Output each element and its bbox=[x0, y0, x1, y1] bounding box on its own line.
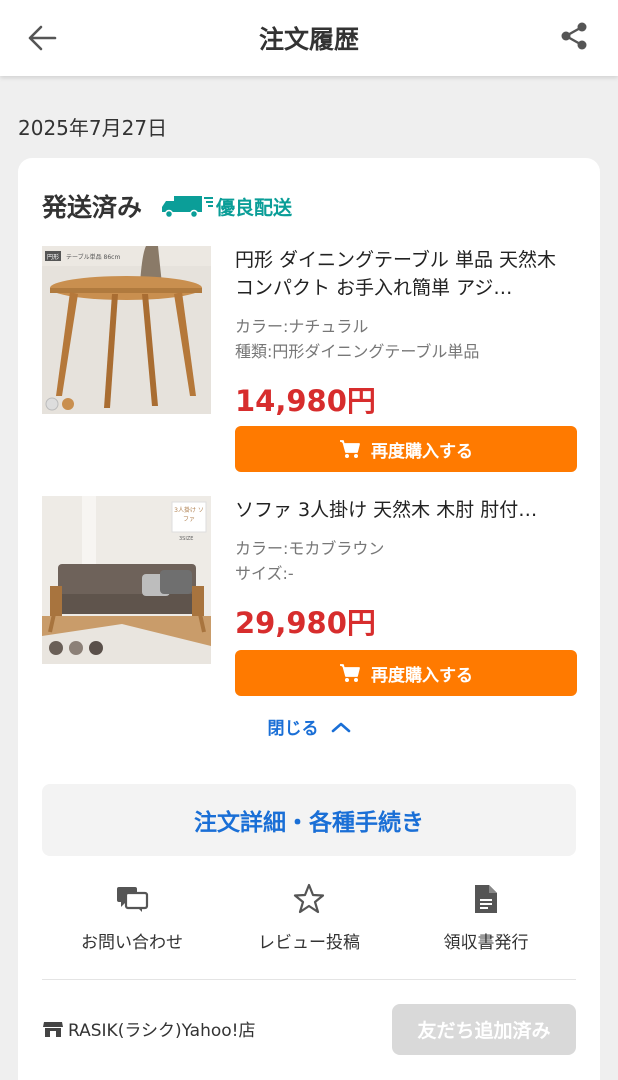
cart-icon bbox=[340, 664, 360, 682]
rebuy-button[interactable]: 再度購入する bbox=[235, 650, 577, 696]
order-item: 3人掛け ソファ 3SIZE ソファ 3人掛け 天然木 木肘 肘付… カラー:モ… bbox=[42, 496, 578, 696]
shipping-status: 発送済み bbox=[42, 193, 143, 222]
delivery-badge: 優良配送 bbox=[160, 193, 292, 220]
star-icon bbox=[293, 878, 325, 920]
review-action[interactable]: レビュー投稿 bbox=[219, 878, 399, 953]
order-date: 2025年7月27日 bbox=[18, 116, 168, 140]
store-link[interactable]: RASIK(ラシク)Yahoo!店 bbox=[42, 1016, 255, 1041]
item-title[interactable]: 円形 ダイニングテーブル 単品 天然木 コンパクト お手入れ簡単 アジ… bbox=[235, 246, 578, 302]
store-name: RASIK(ラシク)Yahoo!店 bbox=[68, 1021, 256, 1041]
document-icon bbox=[473, 878, 499, 920]
thumb-tag: 円形 bbox=[47, 254, 60, 261]
rebuy-button[interactable]: 再度購入する bbox=[235, 426, 577, 472]
chat-icon bbox=[115, 878, 149, 920]
thumb-tag: 3人掛け ソファ bbox=[174, 507, 204, 523]
rebuy-label: 再度購入する bbox=[371, 441, 473, 462]
delivery-badge-label: 優良配送 bbox=[216, 196, 293, 219]
item-info: ソファ 3人掛け 天然木 木肘 肘付… カラー:モカブラウン サイズ:- 29,… bbox=[235, 496, 578, 642]
item-info: 円形 ダイニングテーブル 単品 天然木 コンパクト お手入れ簡単 アジ… カラー… bbox=[235, 246, 578, 420]
chevron-up-icon bbox=[331, 722, 350, 732]
page-title: 注文履歴 bbox=[258, 25, 359, 54]
order-detail-button[interactable]: 注文詳細・各種手続き bbox=[42, 784, 576, 856]
cart-icon bbox=[340, 440, 360, 458]
inquiry-label: お問い合わせ bbox=[81, 933, 183, 953]
app-header: 注文履歴 bbox=[0, 0, 618, 76]
divider bbox=[42, 979, 576, 980]
item-price: 29,980円 bbox=[235, 606, 376, 640]
item-size: サイズ:- bbox=[235, 564, 294, 583]
share-icon[interactable] bbox=[554, 16, 594, 56]
status-row: 発送済み 優良配送 bbox=[42, 188, 292, 224]
thumb-caption: 3SIZE bbox=[179, 536, 194, 542]
action-bar: お問い合わせ レビュー投稿 領収書発行 bbox=[42, 878, 576, 978]
friend-added-button: 友だち追加済み bbox=[392, 1004, 576, 1055]
item-color: カラー:モカブラウン bbox=[235, 539, 385, 558]
order-card: 発送済み 優良配送 円形 テーブル単品 86cm 円形 ダイニングテーブル 単品… bbox=[18, 158, 600, 1080]
receipt-label: 領収書発行 bbox=[443, 933, 529, 953]
review-label: レビュー投稿 bbox=[258, 933, 360, 953]
order-item: 円形 テーブル単品 86cm 円形 ダイニングテーブル 単品 天然木 コンパクト… bbox=[42, 246, 578, 476]
collapse-button[interactable]: 閉じる bbox=[18, 714, 600, 739]
product-image-sofa[interactable]: 3人掛け ソファ 3SIZE bbox=[42, 496, 211, 664]
item-color: カラー:ナチュラル bbox=[235, 317, 369, 336]
item-title[interactable]: ソファ 3人掛け 天然木 木肘 肘付… bbox=[235, 496, 578, 524]
truck-icon bbox=[162, 196, 214, 219]
thumb-caption: テーブル単品 86cm bbox=[66, 254, 121, 261]
collapse-label: 閉じる bbox=[267, 719, 319, 739]
receipt-action[interactable]: 領収書発行 bbox=[396, 878, 576, 953]
item-type: 種類:円形ダイニングテーブル単品 bbox=[235, 342, 480, 361]
product-image-table[interactable]: 円形 テーブル単品 86cm bbox=[42, 246, 211, 414]
item-price: 14,980円 bbox=[235, 384, 376, 418]
back-arrow-icon[interactable] bbox=[22, 18, 62, 58]
store-icon bbox=[43, 1021, 63, 1037]
inquiry-action[interactable]: お問い合わせ bbox=[42, 878, 222, 953]
rebuy-label: 再度購入する bbox=[371, 665, 473, 686]
